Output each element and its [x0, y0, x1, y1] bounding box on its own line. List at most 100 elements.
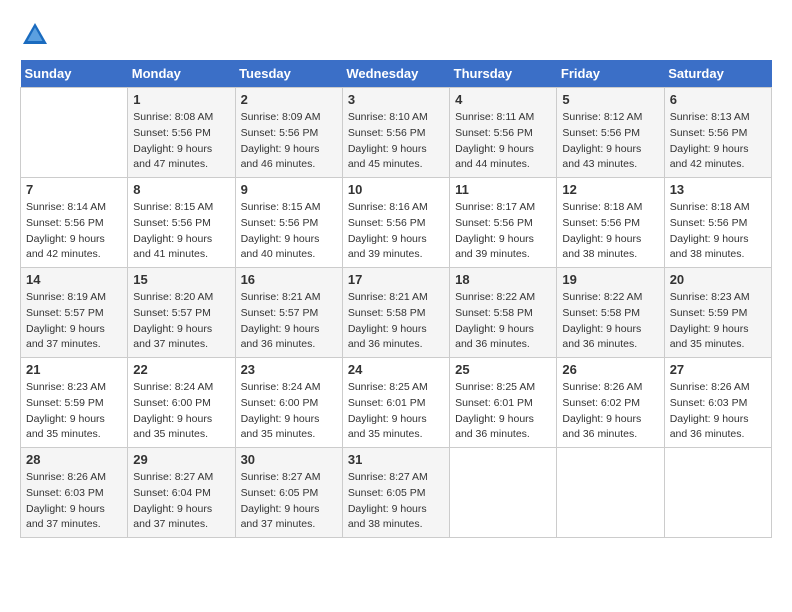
day-number: 24 — [348, 362, 444, 377]
sunrise: Sunrise: 8:19 AM — [26, 291, 106, 303]
calendar-cell: 6 Sunrise: 8:13 AM Sunset: 5:56 PM Dayli… — [664, 88, 771, 178]
sunset: Sunset: 5:56 PM — [241, 217, 319, 229]
sunrise: Sunrise: 8:16 AM — [348, 201, 428, 213]
day-info: Sunrise: 8:10 AM Sunset: 5:56 PM Dayligh… — [348, 110, 444, 173]
day-number: 27 — [670, 362, 766, 377]
logo-icon — [20, 20, 50, 50]
day-info: Sunrise: 8:26 AM Sunset: 6:03 PM Dayligh… — [26, 470, 122, 533]
calendar-cell — [21, 88, 128, 178]
day-number: 15 — [133, 272, 229, 287]
page-header — [20, 20, 772, 50]
sunset: Sunset: 5:58 PM — [348, 307, 426, 319]
day-number: 11 — [455, 182, 551, 197]
sunrise: Sunrise: 8:22 AM — [455, 291, 535, 303]
daylight: Daylight: 9 hours and 37 minutes. — [26, 503, 105, 531]
sunrise: Sunrise: 8:21 AM — [241, 291, 321, 303]
sunrise: Sunrise: 8:17 AM — [455, 201, 535, 213]
day-info: Sunrise: 8:21 AM Sunset: 5:58 PM Dayligh… — [348, 290, 444, 353]
calendar-week-row: 1 Sunrise: 8:08 AM Sunset: 5:56 PM Dayli… — [21, 88, 772, 178]
sunset: Sunset: 6:01 PM — [455, 397, 533, 409]
day-info: Sunrise: 8:18 AM Sunset: 5:56 PM Dayligh… — [562, 200, 658, 263]
sunrise: Sunrise: 8:18 AM — [670, 201, 750, 213]
day-info: Sunrise: 8:16 AM Sunset: 5:56 PM Dayligh… — [348, 200, 444, 263]
sunset: Sunset: 5:56 PM — [133, 217, 211, 229]
day-number: 29 — [133, 452, 229, 467]
calendar-cell: 7 Sunrise: 8:14 AM Sunset: 5:56 PM Dayli… — [21, 178, 128, 268]
calendar-cell: 28 Sunrise: 8:26 AM Sunset: 6:03 PM Dayl… — [21, 448, 128, 538]
sunrise: Sunrise: 8:24 AM — [241, 381, 321, 393]
sunrise: Sunrise: 8:27 AM — [241, 471, 321, 483]
weekday-header: Friday — [557, 60, 664, 88]
calendar-cell: 8 Sunrise: 8:15 AM Sunset: 5:56 PM Dayli… — [128, 178, 235, 268]
sunrise: Sunrise: 8:23 AM — [670, 291, 750, 303]
day-number: 30 — [241, 452, 337, 467]
day-number: 31 — [348, 452, 444, 467]
day-number: 20 — [670, 272, 766, 287]
sunrise: Sunrise: 8:14 AM — [26, 201, 106, 213]
calendar-cell: 20 Sunrise: 8:23 AM Sunset: 5:59 PM Dayl… — [664, 268, 771, 358]
daylight: Daylight: 9 hours and 38 minutes. — [670, 233, 749, 261]
calendar-cell: 10 Sunrise: 8:16 AM Sunset: 5:56 PM Dayl… — [342, 178, 449, 268]
daylight: Daylight: 9 hours and 36 minutes. — [562, 413, 641, 441]
sunset: Sunset: 5:56 PM — [562, 127, 640, 139]
daylight: Daylight: 9 hours and 43 minutes. — [562, 143, 641, 171]
day-info: Sunrise: 8:12 AM Sunset: 5:56 PM Dayligh… — [562, 110, 658, 173]
day-info: Sunrise: 8:15 AM Sunset: 5:56 PM Dayligh… — [133, 200, 229, 263]
calendar-cell: 14 Sunrise: 8:19 AM Sunset: 5:57 PM Dayl… — [21, 268, 128, 358]
day-number: 26 — [562, 362, 658, 377]
sunrise: Sunrise: 8:26 AM — [670, 381, 750, 393]
day-info: Sunrise: 8:20 AM Sunset: 5:57 PM Dayligh… — [133, 290, 229, 353]
sunset: Sunset: 5:57 PM — [133, 307, 211, 319]
daylight: Daylight: 9 hours and 35 minutes. — [133, 413, 212, 441]
day-info: Sunrise: 8:21 AM Sunset: 5:57 PM Dayligh… — [241, 290, 337, 353]
calendar-header: SundayMondayTuesdayWednesdayThursdayFrid… — [21, 60, 772, 88]
day-number: 16 — [241, 272, 337, 287]
daylight: Daylight: 9 hours and 37 minutes. — [241, 503, 320, 531]
daylight: Daylight: 9 hours and 36 minutes. — [348, 323, 427, 351]
day-info: Sunrise: 8:11 AM Sunset: 5:56 PM Dayligh… — [455, 110, 551, 173]
sunset: Sunset: 5:58 PM — [455, 307, 533, 319]
calendar-cell: 11 Sunrise: 8:17 AM Sunset: 5:56 PM Dayl… — [450, 178, 557, 268]
sunrise: Sunrise: 8:27 AM — [133, 471, 213, 483]
daylight: Daylight: 9 hours and 39 minutes. — [455, 233, 534, 261]
sunset: Sunset: 5:56 PM — [455, 127, 533, 139]
day-number: 22 — [133, 362, 229, 377]
daylight: Daylight: 9 hours and 45 minutes. — [348, 143, 427, 171]
daylight: Daylight: 9 hours and 36 minutes. — [241, 323, 320, 351]
day-info: Sunrise: 8:26 AM Sunset: 6:03 PM Dayligh… — [670, 380, 766, 443]
calendar-cell: 23 Sunrise: 8:24 AM Sunset: 6:00 PM Dayl… — [235, 358, 342, 448]
weekday-header: Tuesday — [235, 60, 342, 88]
calendar-cell: 26 Sunrise: 8:26 AM Sunset: 6:02 PM Dayl… — [557, 358, 664, 448]
sunset: Sunset: 5:59 PM — [670, 307, 748, 319]
calendar-cell: 1 Sunrise: 8:08 AM Sunset: 5:56 PM Dayli… — [128, 88, 235, 178]
daylight: Daylight: 9 hours and 38 minutes. — [562, 233, 641, 261]
day-number: 1 — [133, 92, 229, 107]
daylight: Daylight: 9 hours and 35 minutes. — [670, 323, 749, 351]
calendar-cell — [557, 448, 664, 538]
sunrise: Sunrise: 8:12 AM — [562, 111, 642, 123]
calendar-cell: 13 Sunrise: 8:18 AM Sunset: 5:56 PM Dayl… — [664, 178, 771, 268]
sunset: Sunset: 6:00 PM — [241, 397, 319, 409]
day-info: Sunrise: 8:26 AM Sunset: 6:02 PM Dayligh… — [562, 380, 658, 443]
day-info: Sunrise: 8:18 AM Sunset: 5:56 PM Dayligh… — [670, 200, 766, 263]
sunset: Sunset: 5:56 PM — [348, 217, 426, 229]
daylight: Daylight: 9 hours and 36 minutes. — [670, 413, 749, 441]
calendar-cell: 12 Sunrise: 8:18 AM Sunset: 5:56 PM Dayl… — [557, 178, 664, 268]
sunrise: Sunrise: 8:15 AM — [241, 201, 321, 213]
sunset: Sunset: 5:56 PM — [348, 127, 426, 139]
day-info: Sunrise: 8:22 AM Sunset: 5:58 PM Dayligh… — [562, 290, 658, 353]
day-info: Sunrise: 8:13 AM Sunset: 5:56 PM Dayligh… — [670, 110, 766, 173]
day-number: 23 — [241, 362, 337, 377]
calendar-table: SundayMondayTuesdayWednesdayThursdayFrid… — [20, 60, 772, 538]
weekday-row: SundayMondayTuesdayWednesdayThursdayFrid… — [21, 60, 772, 88]
calendar-cell: 29 Sunrise: 8:27 AM Sunset: 6:04 PM Dayl… — [128, 448, 235, 538]
sunset: Sunset: 6:04 PM — [133, 487, 211, 499]
weekday-header: Thursday — [450, 60, 557, 88]
daylight: Daylight: 9 hours and 41 minutes. — [133, 233, 212, 261]
calendar-cell: 3 Sunrise: 8:10 AM Sunset: 5:56 PM Dayli… — [342, 88, 449, 178]
daylight: Daylight: 9 hours and 36 minutes. — [562, 323, 641, 351]
calendar-week-row: 7 Sunrise: 8:14 AM Sunset: 5:56 PM Dayli… — [21, 178, 772, 268]
sunrise: Sunrise: 8:09 AM — [241, 111, 321, 123]
day-number: 18 — [455, 272, 551, 287]
sunset: Sunset: 5:58 PM — [562, 307, 640, 319]
